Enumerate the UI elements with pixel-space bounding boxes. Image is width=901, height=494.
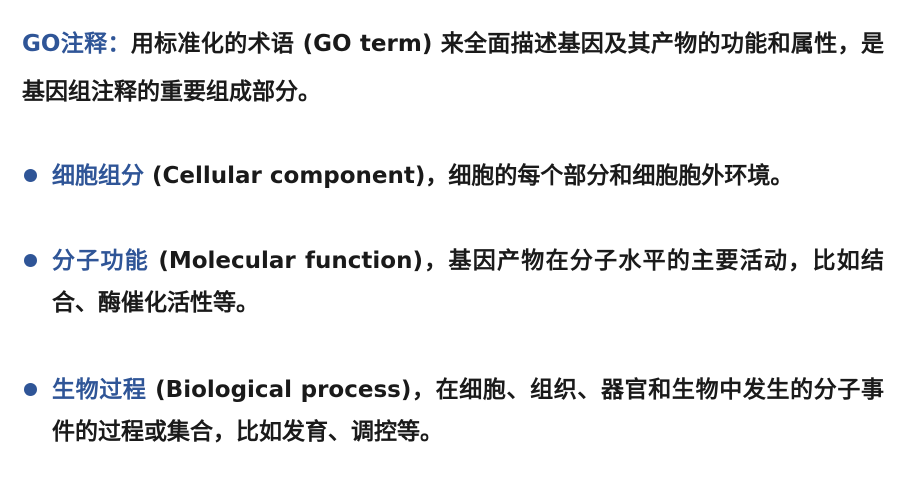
bullet-dot-icon bbox=[24, 383, 37, 396]
bullet-term: 生物过程 bbox=[52, 377, 147, 403]
list-item-cellular-component: 细胞组分 (Cellular component)，细胞的每个部分和细胞胞外环境… bbox=[24, 155, 884, 197]
bullet-term: 分子功能 bbox=[52, 248, 150, 274]
bullet-term: 细胞组分 bbox=[52, 163, 144, 189]
list-item-biological-process: 生物过程 (Biological process)，在细胞、组织、器官和生物中发… bbox=[24, 369, 884, 453]
go-annotation-label: GO注释： bbox=[22, 31, 131, 57]
bullet-text: (Biological process)，在细胞、组织、器官和生物中发生的分子事… bbox=[52, 377, 884, 445]
intro-paragraph: GO注释：用标准化的术语 (GO term) 来全面描述基因及其产物的功能和属性… bbox=[22, 20, 884, 116]
bullet-text: (Cellular component)，细胞的每个部分和细胞胞外环境。 bbox=[144, 163, 794, 189]
bullet-dot-icon bbox=[24, 169, 37, 182]
intro-text: 用标准化的术语 (GO term) 来全面描述基因及其产物的功能和属性，是基因组… bbox=[22, 31, 884, 105]
bullet-dot-icon bbox=[24, 254, 37, 267]
list-item-molecular-function: 分子功能 (Molecular function)，基因产物在分子水平的主要活动… bbox=[24, 240, 884, 324]
bullet-text: (Molecular function)，基因产物在分子水平的主要活动，比如结合… bbox=[52, 248, 884, 316]
